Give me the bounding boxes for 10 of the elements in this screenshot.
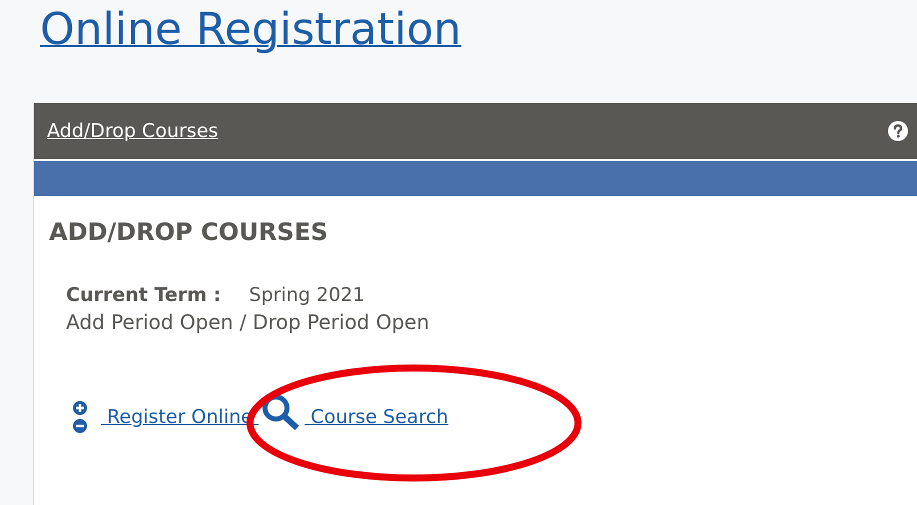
term-label: Current Term :	[66, 284, 222, 306]
section-heading: ADD/DROP COURSES	[49, 218, 328, 246]
add-drop-link[interactable]: Add/Drop Courses	[47, 120, 218, 142]
search-icon	[260, 393, 301, 431]
add-remove-icon	[71, 400, 89, 434]
help-icon[interactable]	[888, 121, 908, 141]
period-status: Add Period Open / Drop Period Open	[66, 310, 430, 334]
page-title[interactable]: Online Registration	[40, 4, 462, 56]
course-search-link[interactable]: Course Search	[304, 406, 448, 428]
term-value: Spring 2021	[249, 284, 365, 306]
